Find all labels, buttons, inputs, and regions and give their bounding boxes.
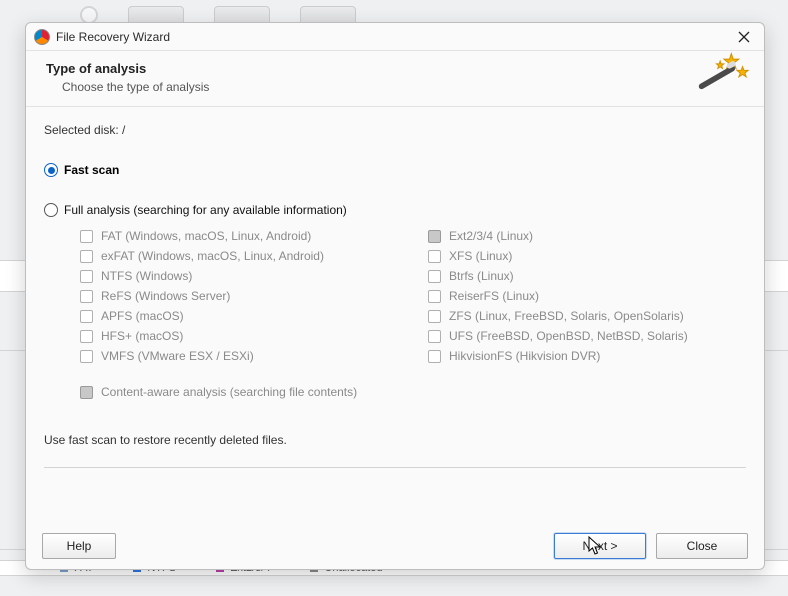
checkbox-fat[interactable]: FAT (Windows, macOS, Linux, Android)	[80, 229, 398, 243]
checkbox-xfs[interactable]: XFS (Linux)	[428, 249, 746, 263]
filesystem-grid: FAT (Windows, macOS, Linux, Android) Ext…	[80, 229, 746, 363]
wizard-body: Selected disk: / Fast scan Full analysis…	[26, 107, 764, 523]
checkbox-zfs[interactable]: ZFS (Linux, FreeBSD, Solaris, OpenSolari…	[428, 309, 746, 323]
checkbox-content-aware[interactable]: Content-aware analysis (searching file c…	[80, 385, 746, 399]
checkbox-icon	[428, 310, 441, 323]
checkbox-icon	[428, 330, 441, 343]
checkbox-icon	[80, 350, 93, 363]
checkbox-icon	[428, 270, 441, 283]
wizard-dialog: File Recovery Wizard Type of analysis Ch…	[25, 22, 765, 570]
checkbox-ntfs[interactable]: NTFS (Windows)	[80, 269, 398, 283]
wizard-header: Type of analysis Choose the type of anal…	[26, 51, 764, 107]
close-icon[interactable]	[730, 26, 758, 48]
checkbox-icon	[428, 290, 441, 303]
checkbox-icon	[80, 290, 93, 303]
titlebar[interactable]: File Recovery Wizard	[26, 23, 764, 51]
next-button[interactable]: Next >	[554, 533, 646, 559]
checkbox-ufs[interactable]: UFS (FreeBSD, OpenBSD, NetBSD, Solaris)	[428, 329, 746, 343]
checkbox-icon	[428, 250, 441, 263]
page-title: Type of analysis	[46, 61, 744, 76]
checkbox-reiserfs[interactable]: ReiserFS (Linux)	[428, 289, 746, 303]
checkbox-icon	[428, 230, 441, 243]
divider	[44, 467, 746, 468]
radio-label: Full analysis (searching for any availab…	[64, 203, 347, 217]
radio-fast-scan[interactable]: Fast scan	[44, 163, 746, 177]
checkbox-refs[interactable]: ReFS (Windows Server)	[80, 289, 398, 303]
checkbox-icon	[80, 386, 93, 399]
page-subtitle: Choose the type of analysis	[46, 76, 744, 100]
radio-icon	[44, 163, 58, 177]
checkbox-icon	[80, 250, 93, 263]
help-button[interactable]: Help	[42, 533, 116, 559]
radio-full-analysis[interactable]: Full analysis (searching for any availab…	[44, 203, 746, 217]
checkbox-icon	[80, 330, 93, 343]
app-icon	[34, 29, 50, 45]
radio-icon	[44, 203, 58, 217]
wizard-footer: Help Next > Close	[26, 523, 764, 569]
checkbox-vmfs[interactable]: VMFS (VMware ESX / ESXi)	[80, 349, 398, 363]
checkbox-exfat[interactable]: exFAT (Windows, macOS, Linux, Android)	[80, 249, 398, 263]
checkbox-icon	[428, 350, 441, 363]
checkbox-icon	[80, 310, 93, 323]
checkbox-icon	[80, 230, 93, 243]
checkbox-apfs[interactable]: APFS (macOS)	[80, 309, 398, 323]
checkbox-hfsplus[interactable]: HFS+ (macOS)	[80, 329, 398, 343]
checkbox-ext[interactable]: Ext2/3/4 (Linux)	[428, 229, 746, 243]
checkbox-hikvisionfs[interactable]: HikvisionFS (Hikvision DVR)	[428, 349, 746, 363]
hint-text: Use fast scan to restore recently delete…	[44, 433, 746, 447]
selected-disk-label: Selected disk: /	[44, 123, 746, 137]
radio-label: Fast scan	[64, 163, 119, 177]
checkbox-icon	[80, 270, 93, 283]
checkbox-btrfs[interactable]: Btrfs (Linux)	[428, 269, 746, 283]
window-title: File Recovery Wizard	[56, 30, 170, 44]
close-button[interactable]: Close	[656, 533, 748, 559]
wand-icon	[694, 51, 750, 99]
